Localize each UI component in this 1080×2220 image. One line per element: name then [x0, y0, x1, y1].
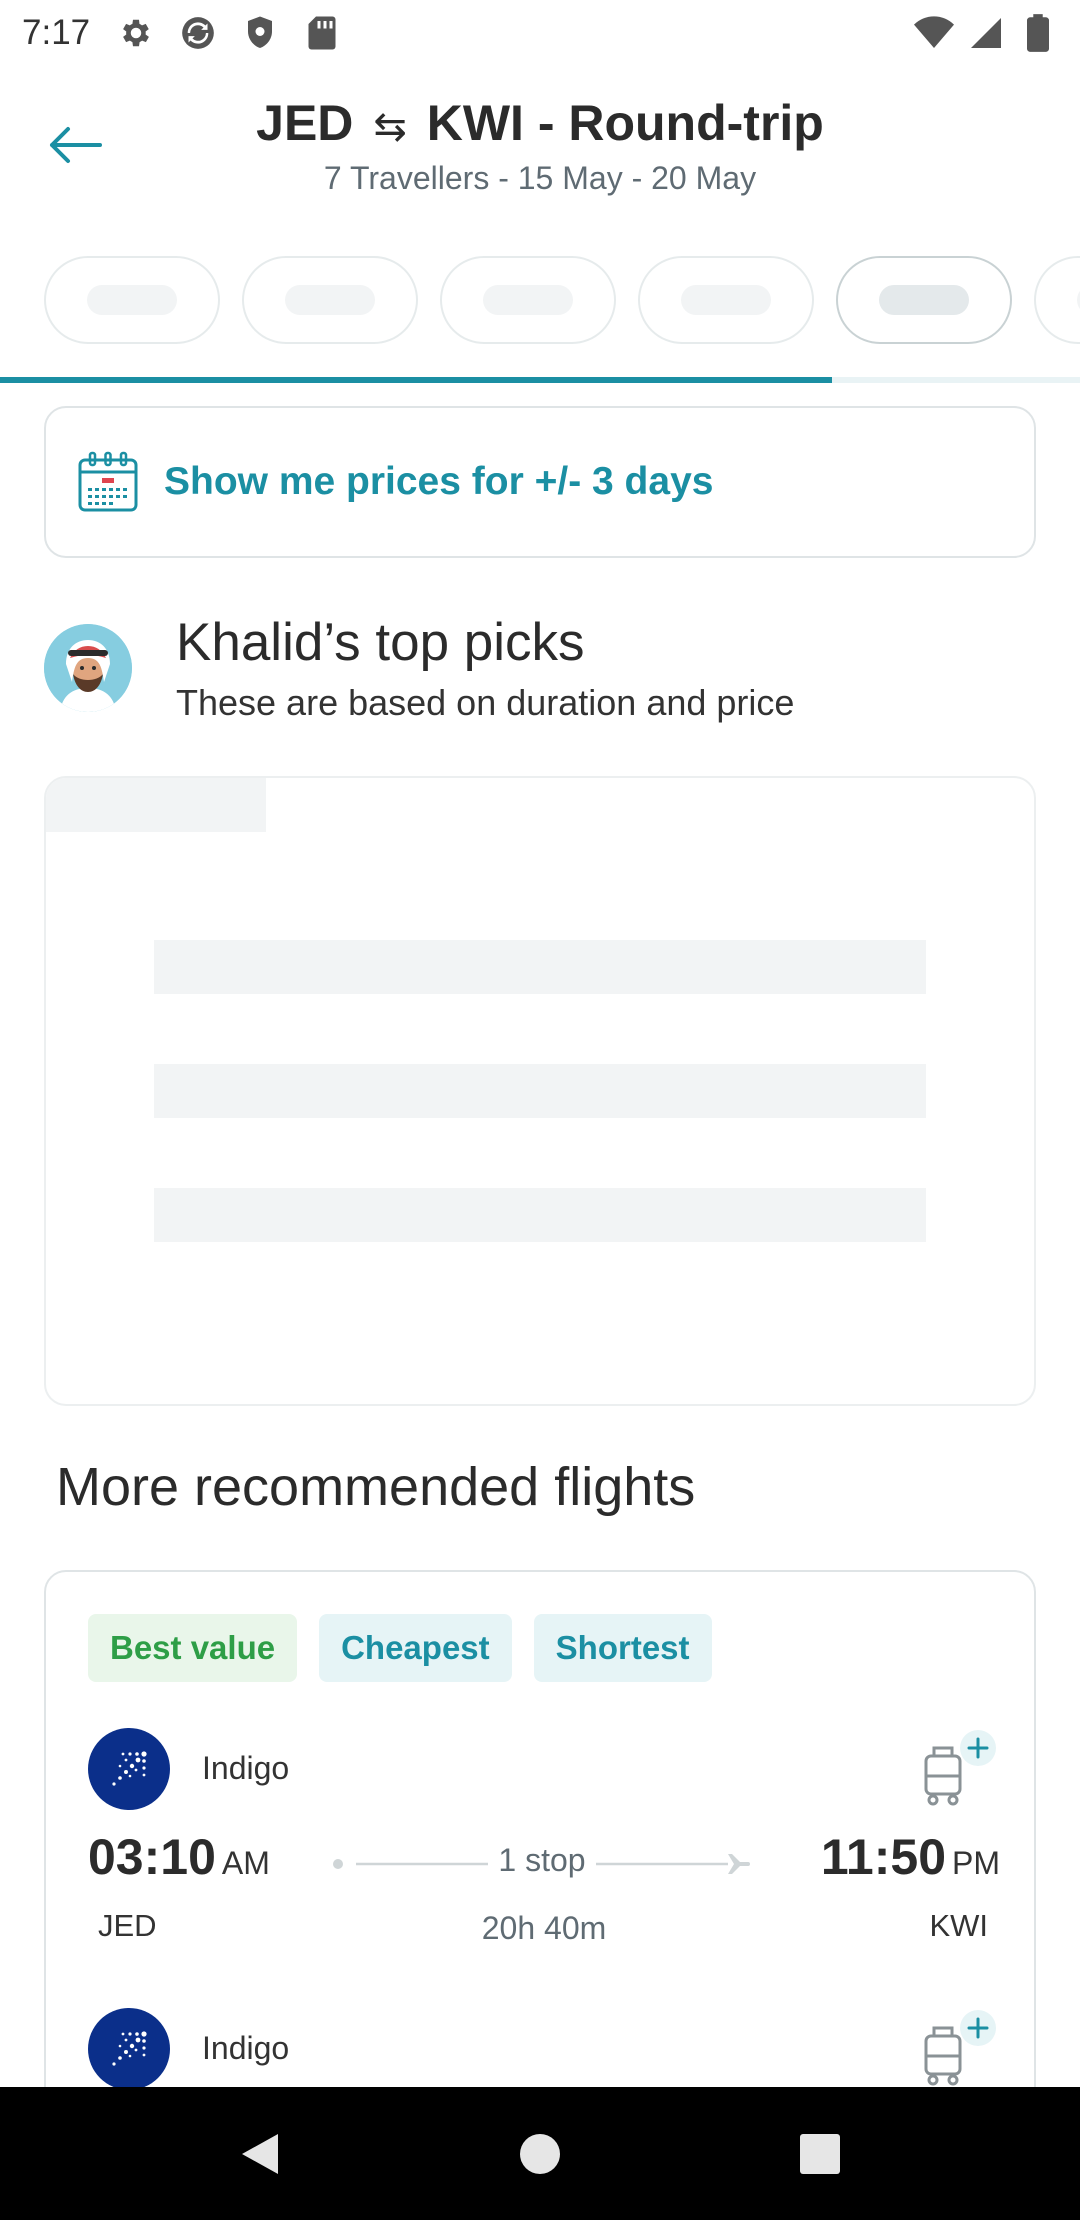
date-chips — [44, 256, 1080, 346]
departure-ampm: AM — [221, 1845, 270, 1881]
chip-placeholder — [879, 285, 969, 315]
app-header: JED ⇆ KWI - Round-trip 7 Travellers - 15… — [0, 80, 1080, 210]
arrival-time: 11:50 PM — [821, 1828, 1000, 1886]
flight-duration: 20h 40m — [481, 1910, 607, 1946]
destination-trip: KWI - Round-trip — [426, 95, 824, 151]
indigo-logo-icon — [112, 1751, 147, 1786]
avatar — [44, 624, 132, 712]
battery-icon — [1018, 13, 1058, 53]
skeleton-tab — [46, 778, 266, 832]
status-icons-right — [914, 13, 1058, 53]
sd-card-icon — [302, 13, 342, 53]
circle-home-icon — [520, 2133, 560, 2174]
indigo-logo-icon — [112, 2031, 147, 2066]
tag-shortest: Shortest — [533, 1614, 712, 1682]
trip-summary: 7 Travellers - 15 May - 20 May — [323, 160, 757, 196]
skeleton-line — [154, 1064, 926, 1118]
top-picks-title: Khalid’s top picks — [176, 613, 585, 672]
chip-placeholder — [681, 285, 771, 315]
route-line: 1 stop — [332, 1842, 752, 1884]
airline-name: Indigo — [202, 2030, 290, 2066]
square-recents-icon — [800, 2133, 840, 2174]
skeleton-line — [154, 940, 926, 994]
nav-recents-button[interactable] — [780, 2114, 860, 2194]
status-icons-left — [116, 13, 342, 53]
shield-icon — [240, 13, 280, 53]
stops-label: 1 stop — [332, 1842, 752, 1879]
flexible-dates-label: Show me prices for +/- 3 days — [164, 460, 714, 503]
sync-icon — [178, 13, 218, 53]
flight-tags: Best value Cheapest Shortest — [88, 1614, 712, 1682]
chip-placeholder — [87, 285, 177, 315]
nav-back-button[interactable] — [220, 2114, 300, 2194]
swap-icon: ⇆ — [373, 105, 407, 149]
loading-progress-track — [0, 377, 1080, 383]
system-nav-bar — [0, 2087, 1080, 2220]
top-picks-header: Khalid’s top picks These are based on du… — [44, 612, 1036, 742]
date-chip-selected[interactable] — [836, 256, 1012, 344]
triangle-back-icon — [242, 2133, 278, 2174]
arrival-ampm: PM — [952, 1845, 1000, 1881]
agent-avatar-icon — [44, 624, 132, 712]
recommended-title: More recommended flights — [56, 1457, 696, 1517]
status-bar: 7:17 — [0, 0, 1080, 66]
top-picks-subtitle: These are based on duration and price — [176, 682, 795, 723]
departure-time-value: 03:10 — [88, 1829, 216, 1885]
nav-home-button[interactable] — [500, 2114, 580, 2194]
flexible-dates-button[interactable]: Show me prices for +/- 3 days — [44, 406, 1036, 558]
arrival-airport: KWI — [929, 1908, 988, 1943]
departure-time: 03:10 AM — [88, 1828, 270, 1886]
date-chip[interactable] — [638, 256, 814, 344]
baggage-add-icon[interactable] — [920, 2008, 1000, 2088]
airline-logo — [88, 2008, 170, 2090]
stops-text: 1 stop — [488, 1842, 596, 1878]
page-title: JED ⇆ KWI - Round-trip — [0, 94, 1080, 152]
tag-cheapest: Cheapest — [319, 1614, 512, 1682]
arrival-time-value: 11:50 — [820, 1829, 946, 1885]
flight-leg-outbound: Indigo 03:10 AM 1 stop 11:50 PM JED 20h 40 — [88, 1728, 1000, 1978]
wifi-icon — [914, 13, 954, 53]
tag-best-value: Best value — [88, 1614, 298, 1682]
date-chip[interactable] — [440, 256, 616, 344]
date-chip[interactable] — [1034, 256, 1080, 344]
signal-icon — [966, 13, 1006, 53]
chip-placeholder — [483, 285, 573, 315]
calendar-icon — [78, 451, 138, 512]
airline-name: Indigo — [202, 1750, 290, 1786]
gear-icon — [116, 13, 156, 53]
loading-progress-fill — [0, 377, 832, 383]
origin-code: JED — [256, 95, 354, 151]
chip-placeholder — [285, 285, 375, 315]
date-chip[interactable] — [44, 256, 220, 344]
date-chip[interactable] — [242, 256, 418, 344]
top-picks-loading-card — [44, 776, 1036, 1406]
status-time: 7:17 — [22, 13, 91, 52]
skeleton-line — [154, 1188, 926, 1242]
baggage-add-icon[interactable] — [920, 1728, 1000, 1808]
airline-logo — [88, 1728, 170, 1810]
